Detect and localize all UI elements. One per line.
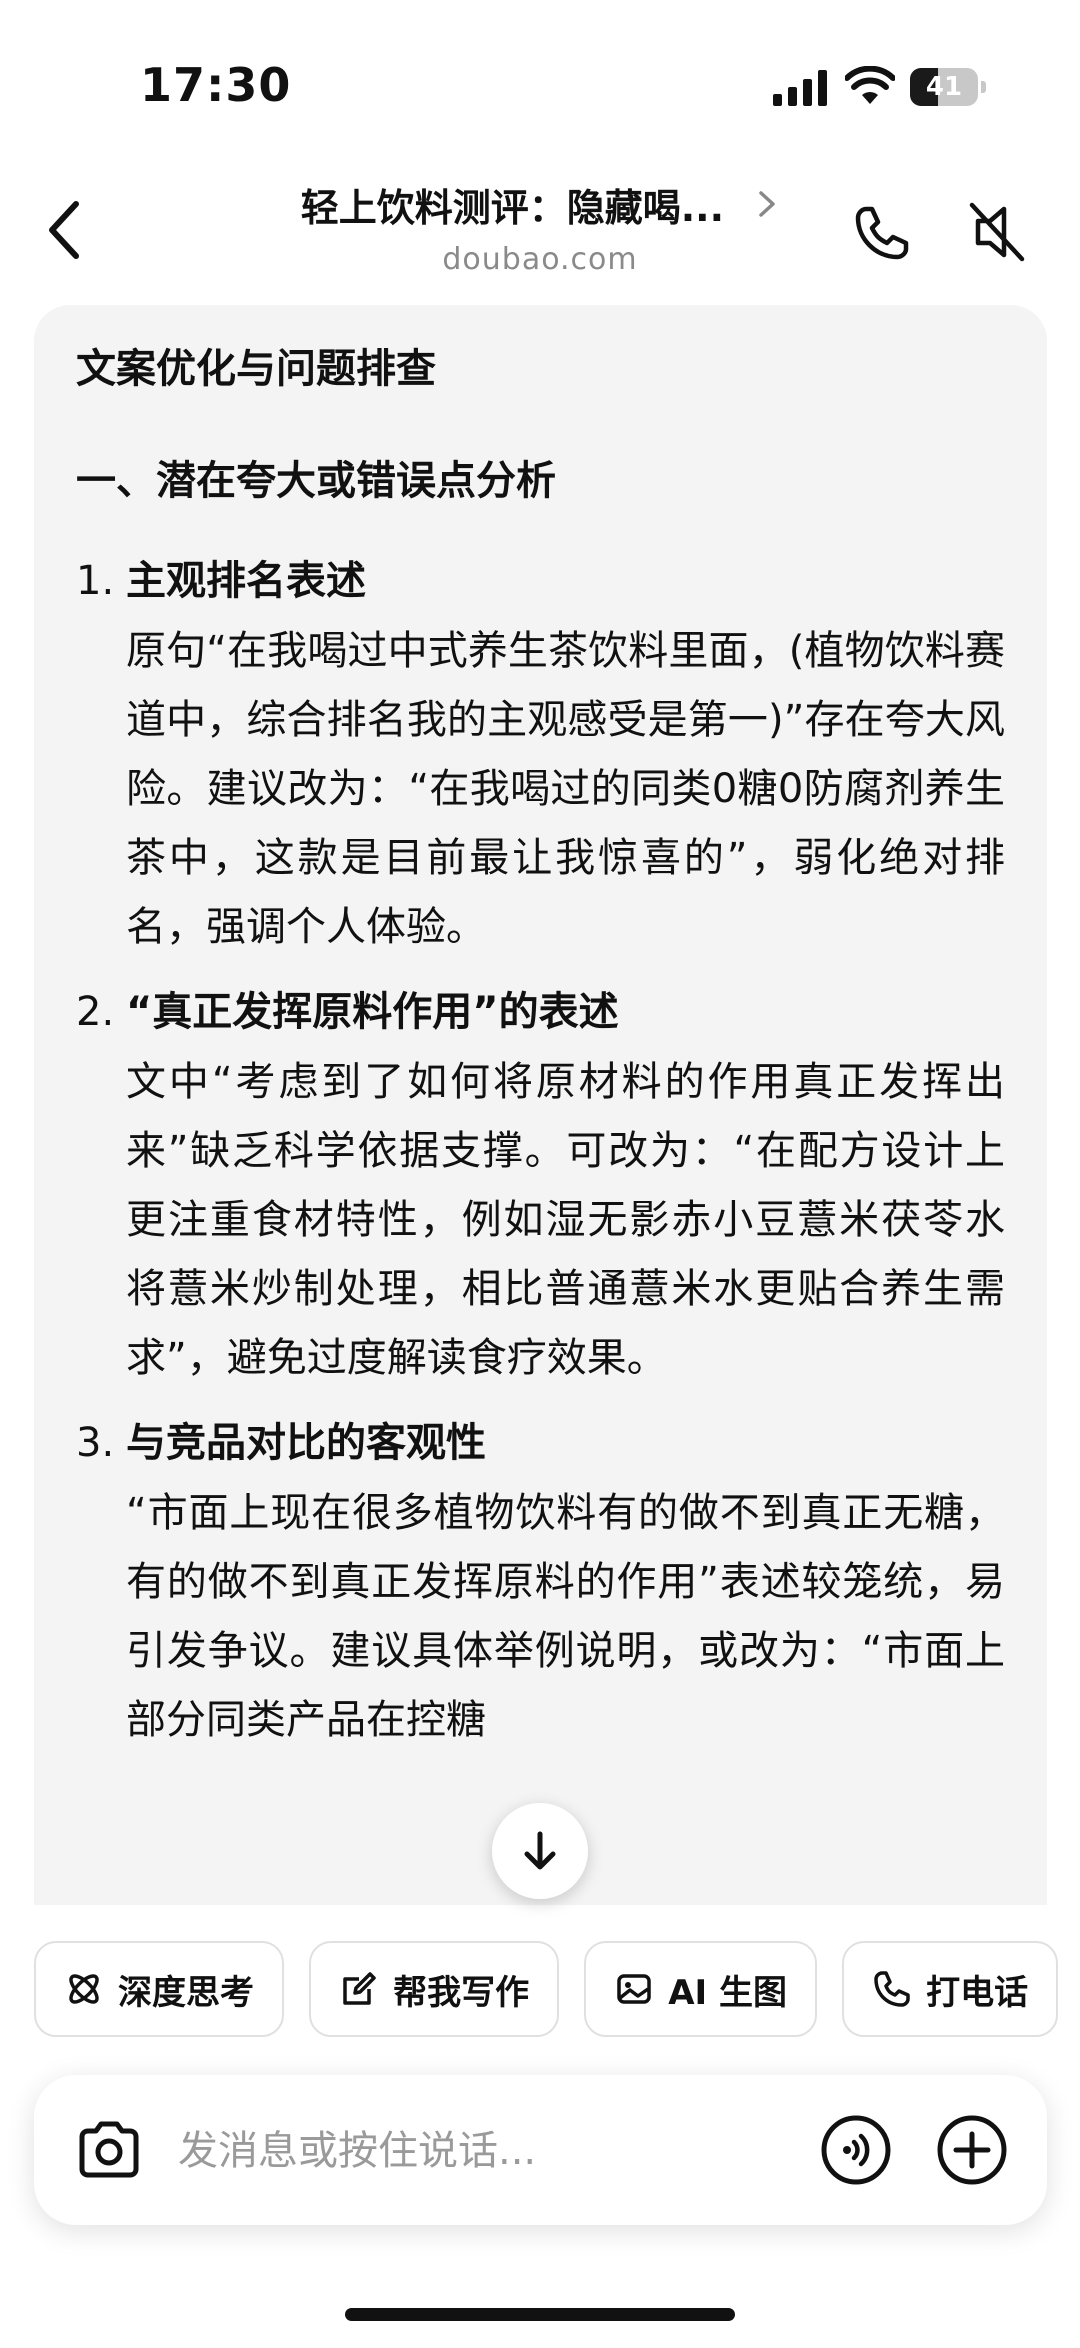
item-body: 文中“考虑到了如何将原材料的作用真正发挥出来”缺乏科学依据支撑。可改为：“在配方…: [126, 1059, 1005, 1381]
ai-message-card: 文案优化与问题排查 一、潜在夸大或错误点分析 1. 主观排名表述 原句“在我喝过…: [34, 305, 1047, 2005]
chip-phone-call[interactable]: 打电话: [842, 1941, 1059, 2037]
message-input-bar: [34, 2075, 1047, 2225]
camera-button[interactable]: [74, 2115, 144, 2185]
chip-ai-image[interactable]: AI 生图: [584, 1941, 817, 2037]
deep-think-icon: [69, 1974, 99, 2004]
item-body: “市面上现在很多植物饮料有的做不到真正无糖，有的做不到真正发挥原料的作用”表述较…: [126, 1490, 1005, 1743]
voice-input-button[interactable]: [820, 2114, 892, 2186]
chat-subtitle: doubao.com: [442, 242, 638, 277]
speaker-mute-button[interactable]: [966, 199, 1028, 265]
chip-label: AI 生图: [668, 1972, 787, 2013]
chip-label: 帮我写作: [393, 1972, 530, 2013]
list-item: 2. “真正发挥原料作用”的表述 文中“考虑到了如何将原材料的作用真正发挥出来”…: [76, 984, 1005, 1393]
message-input[interactable]: [176, 2119, 680, 2183]
wifi-icon: [845, 66, 895, 104]
chip-deep-think[interactable]: 深度思考: [34, 1941, 284, 2037]
section-heading: 一、潜在夸大或错误点分析: [76, 458, 556, 504]
message-title: 文案优化与问题排查: [76, 346, 436, 392]
home-indicator[interactable]: [345, 2308, 735, 2321]
item-title: “真正发挥原料作用”的表述: [126, 989, 619, 1035]
back-button[interactable]: [40, 190, 90, 270]
edit-icon: [343, 1972, 376, 2005]
battery-level: 41: [925, 72, 963, 102]
item-title: 与竞品对比的客观性: [126, 1420, 486, 1466]
status-time: 17:30: [140, 58, 292, 112]
item-number: 2.: [76, 989, 115, 1035]
item-title: 主观排名表述: [126, 558, 366, 604]
chat-title: 轻上饮料测评：隐藏喝...: [300, 186, 725, 230]
quick-actions: 深度思考 帮我写作 AI 生图 打电话: [34, 1941, 1080, 2041]
image-icon: [617, 1974, 651, 2004]
chip-label: 打电话: [926, 1972, 1029, 2013]
chip-help-write[interactable]: 帮我写作: [309, 1941, 560, 2037]
add-attachment-button[interactable]: [936, 2114, 1008, 2186]
chat-header: 轻上饮料测评：隐藏喝... doubao.com: [0, 165, 1080, 295]
phone-icon: [874, 1971, 910, 2007]
arrow-down-icon: [524, 1831, 556, 1870]
phone-call-button[interactable]: [852, 203, 912, 263]
chevron-right-icon: [759, 191, 776, 217]
item-number: 3.: [76, 1420, 115, 1466]
battery-icon: 41: [910, 68, 986, 106]
chip-label: 深度思考: [118, 1972, 254, 2013]
list-item: 1. 主观排名表述 原句“在我喝过中式养生茶饮料里面，(植物饮料赛道中，综合排名…: [76, 553, 1005, 962]
item-body: 原句“在我喝过中式养生茶饮料里面，(植物饮料赛道中，综合排名我的主观感受是第一)…: [126, 628, 1005, 950]
list-item: 3. 与竞品对比的客观性 “市面上现在很多植物饮料有的做不到真正无糖，有的做不到…: [76, 1415, 1005, 1755]
status-bar: 17:30 41: [0, 0, 1080, 160]
scroll-to-bottom-button[interactable]: [492, 1803, 588, 1899]
item-number: 1.: [76, 558, 115, 604]
cellular-signal-icon: [773, 70, 827, 106]
chat-title-area[interactable]: 轻上饮料测评：隐藏喝... doubao.com: [250, 177, 830, 277]
